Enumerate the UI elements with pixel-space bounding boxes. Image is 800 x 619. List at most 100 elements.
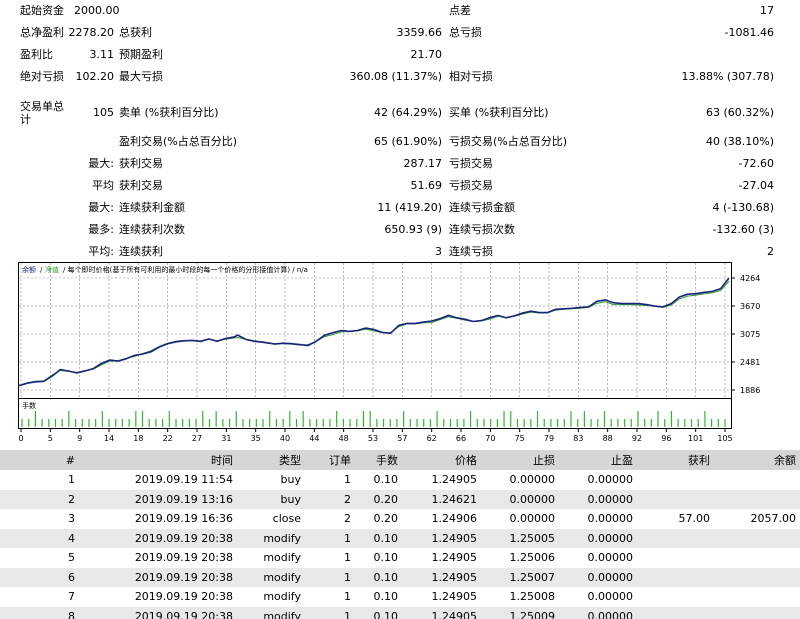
long-positions-value: 63 (60.32%) xyxy=(705,106,774,119)
cell-time: 2019.09.19 11:54 xyxy=(134,473,233,487)
cell-price: 1.24905 xyxy=(402,528,481,548)
cell-index: 1 xyxy=(68,473,75,487)
cell-tp: 0.00000 xyxy=(559,606,637,619)
average-profit-label: 获利交易 xyxy=(119,179,163,192)
cell-lots: 0.10 xyxy=(373,551,399,565)
cell-time: 2019.09.19 16:36 xyxy=(134,512,233,526)
cell-lots: 0.10 xyxy=(355,606,402,619)
cell-order: 2 xyxy=(305,489,355,509)
y-tick-label: 3075 xyxy=(740,330,760,339)
gross-loss-label: 总亏损 xyxy=(449,26,482,39)
x-tick-label: 5 xyxy=(48,434,53,443)
cell-type: modify xyxy=(263,551,301,565)
average-consecutive-prefix: 平均: xyxy=(88,245,114,258)
net-profit-label: 总净盈利 xyxy=(20,26,64,39)
table-row[interactable]: 7 2019.09.19 20:38 modify 1 0.10 1.24905 1.250… xyxy=(0,587,800,607)
cell-sl: 1.25006 xyxy=(509,551,556,565)
relative-drawdown-label: 相对亏损 xyxy=(449,70,493,83)
cell-sl: 1.25008 xyxy=(509,590,556,604)
cell-time: 2019.09.19 20:38 xyxy=(134,551,233,565)
profit-factor-label: 盈利比 xyxy=(20,48,53,61)
x-tick-label: 9 xyxy=(77,434,82,443)
table-header-row: # 时间 类型 订单 手数 价格 止损 止盈 获利 余额 xyxy=(0,450,800,470)
x-tick-label: 18 xyxy=(133,434,143,443)
cell-index: 5 xyxy=(68,551,75,565)
cell-sl: 1.25009 xyxy=(481,606,559,619)
cell-type: close xyxy=(272,512,301,526)
table-row[interactable]: 2 2019.09.19 13:16 buy 2 0.20 1.24621 0.00000 0… xyxy=(0,489,800,509)
cell-balance xyxy=(714,587,800,607)
x-tick-label: 88 xyxy=(603,434,613,443)
cell-balance xyxy=(714,489,800,509)
table-row[interactable]: 1 2019.09.19 11:54 buy 1 0.10 1.24905 0.00000 0… xyxy=(0,470,800,490)
gross-loss-value: -1081.46 xyxy=(724,26,774,39)
expected-payoff-value: 21.70 xyxy=(410,48,443,61)
cell-type: modify xyxy=(237,528,305,548)
cell-price: 1.24905 xyxy=(402,567,481,587)
cell-balance xyxy=(714,470,800,490)
y-tick-label: 3670 xyxy=(740,302,760,311)
table-row[interactable]: 6 2019.09.19 20:38 modify 1 0.10 1.24905 1.250… xyxy=(0,567,800,587)
table-row[interactable]: 4 2019.09.19 20:38 modify 1 0.10 1.24905 1.250… xyxy=(0,528,800,548)
x-tick-label: 40 xyxy=(280,434,290,443)
stats-row-max-consecutive-count: 最多: 连续获利次数 650.93 (9) 连续亏损次数 -132.60 (3) xyxy=(0,221,800,239)
cell-time: 2019.09.19 20:38 xyxy=(79,606,237,619)
short-positions-label: 卖单 (%获利百分比) xyxy=(119,106,219,119)
cell-balance xyxy=(714,548,800,568)
column-header-profit: 获利 xyxy=(637,450,714,470)
cell-lots: 0.10 xyxy=(373,590,399,604)
long-positions-label: 买单 (%获利百分比) xyxy=(449,106,549,119)
cell-index: 7 xyxy=(68,590,75,604)
x-tick-label: 62 xyxy=(427,434,437,443)
profit-factor-value: 3.11 xyxy=(89,48,115,61)
cell-order: 1 xyxy=(305,567,355,587)
y-tick-label: 4264 xyxy=(740,274,760,283)
loss-trades-label: 亏损交易(%占总百分比) xyxy=(449,135,568,148)
cell-lots: 0.10 xyxy=(355,567,402,587)
max-consecutive-profit-value: 650.93 (9) xyxy=(384,223,442,236)
cell-order: 1 xyxy=(344,473,351,487)
average-profit-value: 51.69 xyxy=(410,179,443,192)
cell-sl: 1.25007 xyxy=(481,567,559,587)
cell-profit xyxy=(637,528,714,548)
cell-lots: 0.10 xyxy=(355,528,402,548)
cell-price: 1.24905 xyxy=(431,590,478,604)
x-tick-label: 101 xyxy=(688,434,703,443)
x-tick-label: 35 xyxy=(251,434,261,443)
initial-deposit-value: 2000.00 xyxy=(74,4,120,17)
absolute-drawdown-value: 102.20 xyxy=(75,70,115,83)
cell-price: 1.24905 xyxy=(402,606,481,619)
avg-consecutive-losses-value: 2 xyxy=(767,245,774,258)
gross-profit-label: 总获利 xyxy=(119,26,152,39)
initial-deposit-label: 起始资金 xyxy=(20,4,64,17)
cell-tp: 0.00000 xyxy=(587,551,634,565)
cell-index: 8 xyxy=(0,606,79,619)
x-tick-label: 14 xyxy=(104,434,114,443)
cell-type: buy xyxy=(280,473,301,487)
y-tick-label: 2481 xyxy=(740,358,760,367)
stats-row-average: 平均 获利交易 51.69 亏损交易 -27.04 xyxy=(0,177,800,195)
stats-row-max-consecutive-amount: 最大: 连续获利金额 11 (419.20) 连续亏损金额 4 (-130.68… xyxy=(0,199,800,217)
cell-time: 2019.09.19 20:38 xyxy=(134,590,233,604)
cell-price: 1.24905 xyxy=(431,473,478,487)
balance-chart: 1886 2481 3075 3670 4264 0 5 9 14 18 22 27 31 35 40 44… xyxy=(18,262,782,444)
total-trades-value: 105 xyxy=(93,106,114,119)
x-tick-label: 92 xyxy=(632,434,642,443)
table-row[interactable]: 3 2019.09.19 16:36 close 2 0.20 1.24906 0.0000… xyxy=(0,509,800,529)
stats-row-total-trades: 105 卖单 (%获利百分比) 42 (64.29%) 买单 (%获利百分比) … xyxy=(0,104,800,122)
column-header-tp: 止盈 xyxy=(559,450,637,470)
cell-price: 1.24621 xyxy=(402,489,481,509)
largest-profit-value: 287.17 xyxy=(403,157,443,170)
column-header-type: 类型 xyxy=(237,450,305,470)
gross-profit-value: 3359.66 xyxy=(396,26,443,39)
x-tick-label: 48 xyxy=(339,434,349,443)
average-loss-value: -27.04 xyxy=(738,179,774,192)
volume-label: 手数 xyxy=(22,401,36,410)
x-tick-label: 83 xyxy=(573,434,583,443)
cell-profit xyxy=(637,548,714,568)
x-tick-label: 27 xyxy=(192,434,202,443)
max-prefix: 最大: xyxy=(88,201,114,214)
table-row[interactable]: 5 2019.09.19 20:38 modify 1 0.10 1.24905 1.250… xyxy=(0,548,800,568)
cell-profit: 57.00 xyxy=(678,512,711,526)
table-row[interactable]: 8 2019.09.19 20:38 modify 1 0.10 1.24905 1.250… xyxy=(0,606,800,619)
